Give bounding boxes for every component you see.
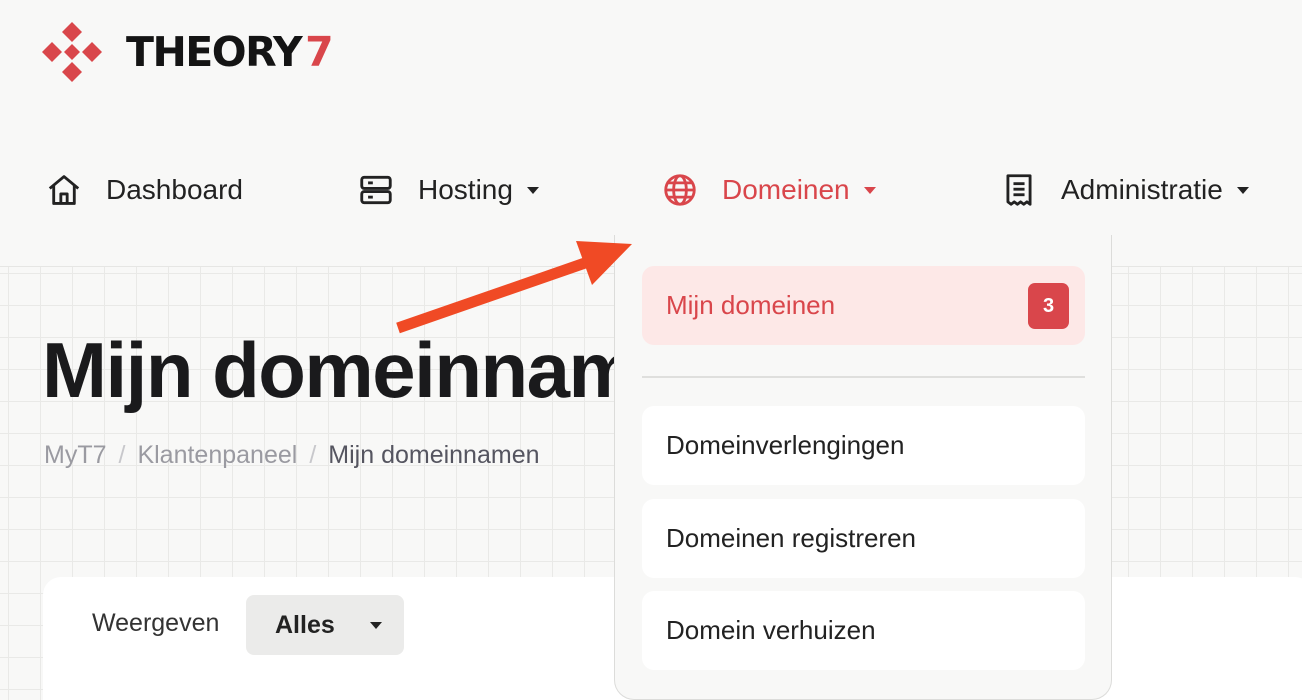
- breadcrumb-item-current: Mijn domeinnamen: [328, 441, 540, 469]
- breadcrumb-item-klantenpaneel[interactable]: Klantenpaneel: [137, 441, 297, 470]
- menu-item-domeinverlengingen[interactable]: Domeinverlengingen: [642, 406, 1085, 485]
- chevron-down-icon: [370, 622, 382, 629]
- chevron-down-icon: [526, 186, 539, 194]
- menu-item-domein-verhuizen[interactable]: Domein verhuizen: [642, 591, 1085, 670]
- chevron-down-icon: [1236, 186, 1249, 194]
- breadcrumb-separator: /: [309, 441, 317, 469]
- count-badge: 3: [1028, 283, 1069, 329]
- theory7-logo-icon: [42, 22, 102, 82]
- filter-select-value: Alles: [275, 610, 335, 639]
- menu-divider: [642, 376, 1085, 378]
- menu-item-mijn-domeinen[interactable]: Mijn domeinen 3: [642, 266, 1085, 345]
- top-header: THEORY7 Dashboard Hosting Domeinen Admin…: [0, 0, 1302, 267]
- receipt-icon: [999, 170, 1039, 210]
- home-icon: [44, 170, 84, 210]
- nav-domeinen[interactable]: Domeinen: [660, 170, 876, 210]
- filter-label: Weergeven: [92, 609, 220, 637]
- menu-item-label: Mijn domeinen: [666, 290, 836, 320]
- breadcrumb: MyT7 / Klantenpaneel / Mijn domeinnamen: [44, 441, 540, 470]
- nav-dashboard[interactable]: Dashboard: [44, 170, 243, 210]
- menu-item-domeinen-registreren[interactable]: Domeinen registreren: [642, 499, 1085, 578]
- nav-domeinen-label: Domeinen: [722, 174, 850, 205]
- nav-administratie-label: Administratie: [1061, 174, 1223, 205]
- brand-name: THEORY7: [126, 28, 334, 76]
- filter-select[interactable]: Alles: [246, 595, 404, 655]
- nav-dashboard-label: Dashboard: [106, 174, 243, 205]
- server-icon: [356, 170, 396, 210]
- breadcrumb-item-myt7[interactable]: MyT7: [44, 441, 107, 470]
- nav-hosting[interactable]: Hosting: [356, 170, 539, 210]
- nav-hosting-label: Hosting: [418, 174, 513, 205]
- menu-item-label: Domein verhuizen: [666, 615, 876, 645]
- breadcrumb-separator: /: [118, 441, 126, 469]
- chevron-down-icon: [863, 186, 876, 194]
- brand-logo[interactable]: THEORY7: [40, 20, 334, 84]
- globe-icon: [660, 170, 700, 210]
- menu-item-label: Domeinverlengingen: [666, 430, 905, 460]
- nav-administratie[interactable]: Administratie: [999, 170, 1249, 210]
- menu-item-label: Domeinen registreren: [666, 523, 917, 553]
- domeinen-dropdown-menu: Mijn domeinen 3 Domeinverlengingen Domei…: [614, 235, 1112, 700]
